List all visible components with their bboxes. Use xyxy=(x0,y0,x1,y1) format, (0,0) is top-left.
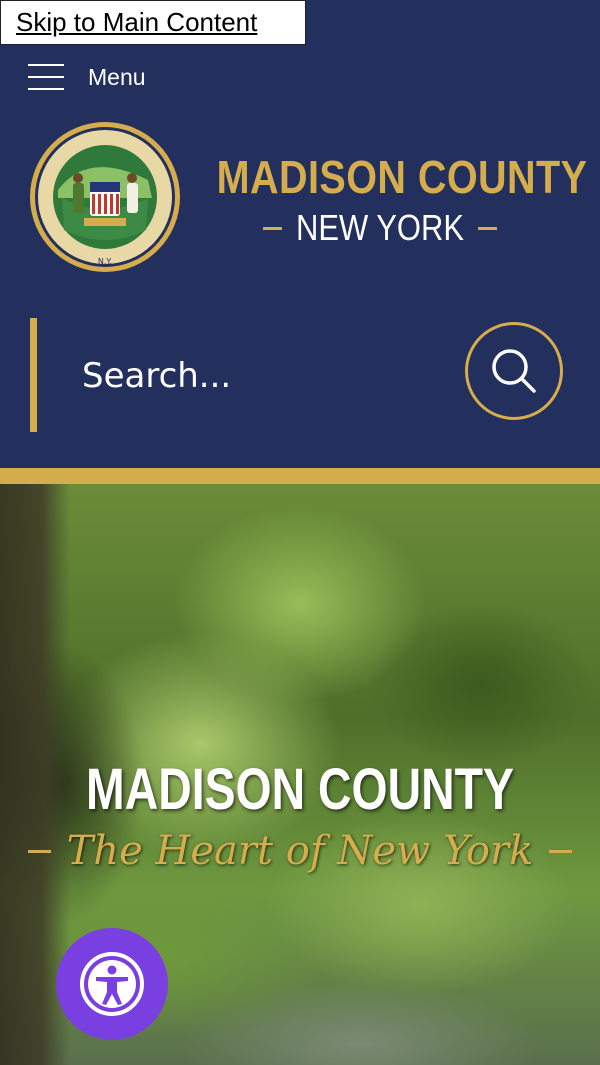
menu-button[interactable]: Menu xyxy=(28,60,146,94)
logo-title: MADISON COUNTY xyxy=(216,151,588,203)
menu-label: Menu xyxy=(88,63,146,90)
logo-subtitle-row: NEW YORK xyxy=(217,206,544,250)
hamburger-icon xyxy=(28,64,64,90)
site-logo[interactable]: N.Y. MADISON COUNTY NEW YORK xyxy=(28,120,588,280)
search-icon xyxy=(492,349,536,393)
hero-tagline: The Heart of New York xyxy=(66,828,534,874)
hero-tagline-row: The Heart of New York xyxy=(28,824,572,878)
divider-dash xyxy=(263,226,283,230)
header-divider xyxy=(0,468,600,484)
county-seal: N.Y. xyxy=(30,122,180,272)
seal-bottom-text: N.Y. xyxy=(98,257,112,266)
accessibility-button[interactable] xyxy=(56,928,168,1040)
divider-dash xyxy=(28,849,51,853)
hero-title: MADISON COUNTY xyxy=(86,757,514,822)
search-accent-bar xyxy=(30,318,37,432)
search-button[interactable] xyxy=(465,322,563,420)
skip-link[interactable]: Skip to Main Content xyxy=(16,7,257,38)
search-input[interactable] xyxy=(80,348,444,404)
logo-subtitle: NEW YORK xyxy=(295,207,465,248)
accessibility-icon xyxy=(80,952,144,1016)
divider-dash xyxy=(477,226,497,230)
skip-to-main-content[interactable]: Skip to Main Content xyxy=(0,0,306,45)
divider-dash xyxy=(549,849,572,853)
search-form xyxy=(30,318,570,432)
